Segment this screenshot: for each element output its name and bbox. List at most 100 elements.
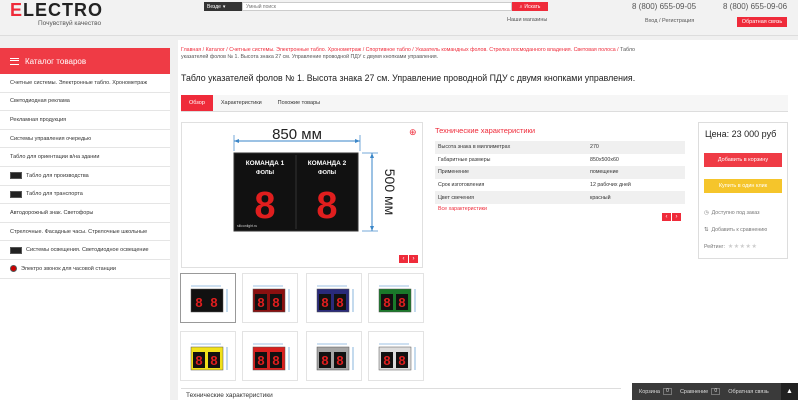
buy-box: Цена: 23 000 руб Добавить в корзину Купи… xyxy=(698,122,788,259)
sidebar-item-bell[interactable]: Электро звонок для часовой станции xyxy=(0,260,170,279)
gallery-prev-button[interactable]: ‹ xyxy=(399,255,408,263)
specs-prev-button[interactable]: ‹ xyxy=(662,213,671,221)
feedback-link[interactable]: Обратная связь xyxy=(728,389,769,395)
scroll-up-icon[interactable]: ▲ xyxy=(781,383,798,400)
sidebar-item-label: Счетные системы. Электронные табло. Хрон… xyxy=(10,79,148,86)
login-link[interactable]: Вход / Регистрация xyxy=(645,18,694,24)
search-form: Везде ▾ ⌕ Искать xyxy=(204,2,548,11)
sidebar-item-led-ads[interactable]: Светодиодная реклама xyxy=(0,93,170,112)
tab-similar[interactable]: Похожие товары xyxy=(270,95,328,111)
svg-text:8: 8 xyxy=(257,353,264,368)
compare-link[interactable]: ⇅ Добавить к сравнению xyxy=(704,227,767,233)
search-input[interactable] xyxy=(242,2,512,11)
sidebar-item-label: Табло для производства xyxy=(26,172,89,179)
rating: Рейтинг: ★★★★★ xyxy=(704,243,757,251)
spec-key: Цвет свечения xyxy=(438,194,474,201)
thumbnail-gray[interactable]: 88 xyxy=(306,331,362,381)
catalog-header-label: Каталог товаров xyxy=(25,56,87,66)
gallery-arrows: ‹ › xyxy=(399,255,418,263)
availability-text: Доступно под заказ xyxy=(711,210,760,216)
height-dimension-label: 500 мм xyxy=(382,169,398,216)
gallery-next-button[interactable]: › xyxy=(409,255,418,263)
main-content: Главная / Каталог / Счетные системы. Эле… xyxy=(178,40,798,400)
thumbnail-green[interactable]: 88 xyxy=(368,273,424,323)
callback-button[interactable]: Обратная связь xyxy=(737,17,787,27)
rating-label: Рейтинг: xyxy=(704,243,725,250)
phone-number-2[interactable]: 8 (800) 655-09-06 xyxy=(723,2,787,11)
specs-next-button[interactable]: › xyxy=(672,213,681,221)
thumbnail-black[interactable]: 88 xyxy=(180,273,236,323)
display-board-icon xyxy=(10,172,22,180)
svg-text:8: 8 xyxy=(210,353,217,368)
thumbnail-yellow[interactable]: 88 xyxy=(180,331,236,381)
shops-link[interactable]: Наши магазины xyxy=(507,17,547,23)
svg-text:8: 8 xyxy=(195,295,202,310)
thumbnail-red[interactable]: 88 xyxy=(242,273,298,323)
breadcrumb[interactable]: Главная / Каталог / Счетные системы. Эле… xyxy=(181,47,661,61)
site-logo[interactable]: ELECTRO xyxy=(10,0,103,21)
bottom-section-title: Технические характеристики xyxy=(181,388,621,400)
spec-key: Срок изготовления xyxy=(438,182,485,189)
thumbnail-blue[interactable]: 88 xyxy=(306,273,362,323)
tab-characteristics[interactable]: Характеристики xyxy=(213,95,270,111)
svg-text:8: 8 xyxy=(398,295,405,310)
specs-arrows: ‹ › xyxy=(662,213,681,221)
search-icon: ⌕ xyxy=(519,3,523,10)
sidebar-item-building[interactable]: Табло для ориентации в/на здании xyxy=(0,148,170,167)
spec-row: Цвет свечения красный xyxy=(435,191,685,204)
svg-text:8: 8 xyxy=(272,295,279,310)
sidebar-item-queue[interactable]: Системы управления очередью xyxy=(0,130,170,149)
search-button[interactable]: ⌕ Искать xyxy=(512,2,548,11)
thumbnail-white[interactable]: 88 xyxy=(368,331,424,381)
breadcrumb-path[interactable]: Главная / Каталог / Счетные системы. Эле… xyxy=(181,47,619,53)
sidebar-item-transport[interactable]: Табло для транспорта xyxy=(0,186,170,205)
spec-value: помещение xyxy=(590,169,619,176)
cart-link[interactable]: Корзина xyxy=(639,389,660,395)
zoom-icon[interactable]: ⊕ xyxy=(409,127,417,138)
sidebar-item-production[interactable]: Табло для производства xyxy=(0,167,170,186)
floating-toolbar: Корзина 0 Сравнение 0 Обратная связь ▲ xyxy=(632,383,798,400)
sidebar-item-lighting[interactable]: Системы освещения. Светодиодное освещени… xyxy=(0,241,170,260)
sidebar-item-label: Электро звонок для часовой станции xyxy=(21,265,116,272)
rating-stars-icon[interactable]: ★★★★★ xyxy=(728,243,757,250)
team1-digit: 8 xyxy=(254,185,275,227)
team2-digit: 8 xyxy=(316,185,337,227)
sidebar-item-label: Автодорожный знак. Светофоры xyxy=(10,209,94,216)
spec-key: Габаритные размеры xyxy=(438,156,491,163)
svg-text:8: 8 xyxy=(210,295,217,310)
team1-fouls-label: ФОЛЫ xyxy=(256,170,275,176)
width-dimension-label: 850 мм xyxy=(272,126,322,143)
catalog-header[interactable]: Каталог товаров xyxy=(0,48,170,74)
tab-overview[interactable]: Обзор xyxy=(181,95,213,111)
phone-number-1[interactable]: 8 (800) 655-09-05 xyxy=(632,2,696,11)
team1-label: КОМАНДА 1 xyxy=(246,160,285,167)
sidebar-item-scoring[interactable]: Счетные системы. Электронные табло. Хрон… xyxy=(0,74,170,93)
spec-value: 12 рабочих дней xyxy=(590,182,631,189)
page-title: Табло указателей фолов № 1. Высота знака… xyxy=(181,73,636,83)
product-main-image[interactable]: 850 мм 500 мм КОМАНДА 1 КОМАНДА 2 ФОЛЫ Ф… xyxy=(181,122,423,268)
svg-text:8: 8 xyxy=(336,295,343,310)
sidebar-item-label: Стрелочные. Фасадные часы. Стрелочные шк… xyxy=(10,228,148,235)
thumbnail-red-bright[interactable]: 88 xyxy=(242,331,298,381)
all-specs-link[interactable]: Все характеристики xyxy=(435,206,685,212)
product-price: Цена: 23 000 руб xyxy=(705,129,777,139)
svg-text:8: 8 xyxy=(383,295,390,310)
top-header: ELECTRO Почувствуй качество Везде ▾ ⌕ Ис… xyxy=(0,0,798,36)
thumbnail-grid: 88 88 88 88 88 88 88 88 xyxy=(180,273,430,383)
spec-key: Высота знака в миллиметрах xyxy=(438,144,511,151)
compare-link-bar[interactable]: Сравнение xyxy=(680,389,708,395)
sidebar-item-road-signs[interactable]: Автодорожный знак. Светофоры xyxy=(0,204,170,223)
spec-key: Применение xyxy=(438,169,470,176)
add-to-cart-button[interactable]: Добавить в корзину xyxy=(704,153,782,167)
sidebar-item-label: Рекламная продукция xyxy=(10,116,67,123)
sidebar-item-label: Светодиодная реклама xyxy=(10,98,70,105)
specs-panel: Технические характеристики Высота знака … xyxy=(435,126,685,212)
spec-row: Срок изготовления 12 рабочих дней xyxy=(435,179,685,192)
sidebar-item-clocks[interactable]: Стрелочные. Фасадные часы. Стрелочные шк… xyxy=(0,223,170,242)
search-scope-select[interactable]: Везде ▾ xyxy=(204,2,242,11)
buy-one-click-button[interactable]: Купить в один клик xyxy=(704,179,782,193)
scope-label: Везде xyxy=(207,3,221,10)
sidebar-item-ad-products[interactable]: Рекламная продукция xyxy=(0,111,170,130)
spec-row: Высота знака в миллиметрах 270 xyxy=(435,141,685,154)
spec-value: красный xyxy=(590,194,611,201)
